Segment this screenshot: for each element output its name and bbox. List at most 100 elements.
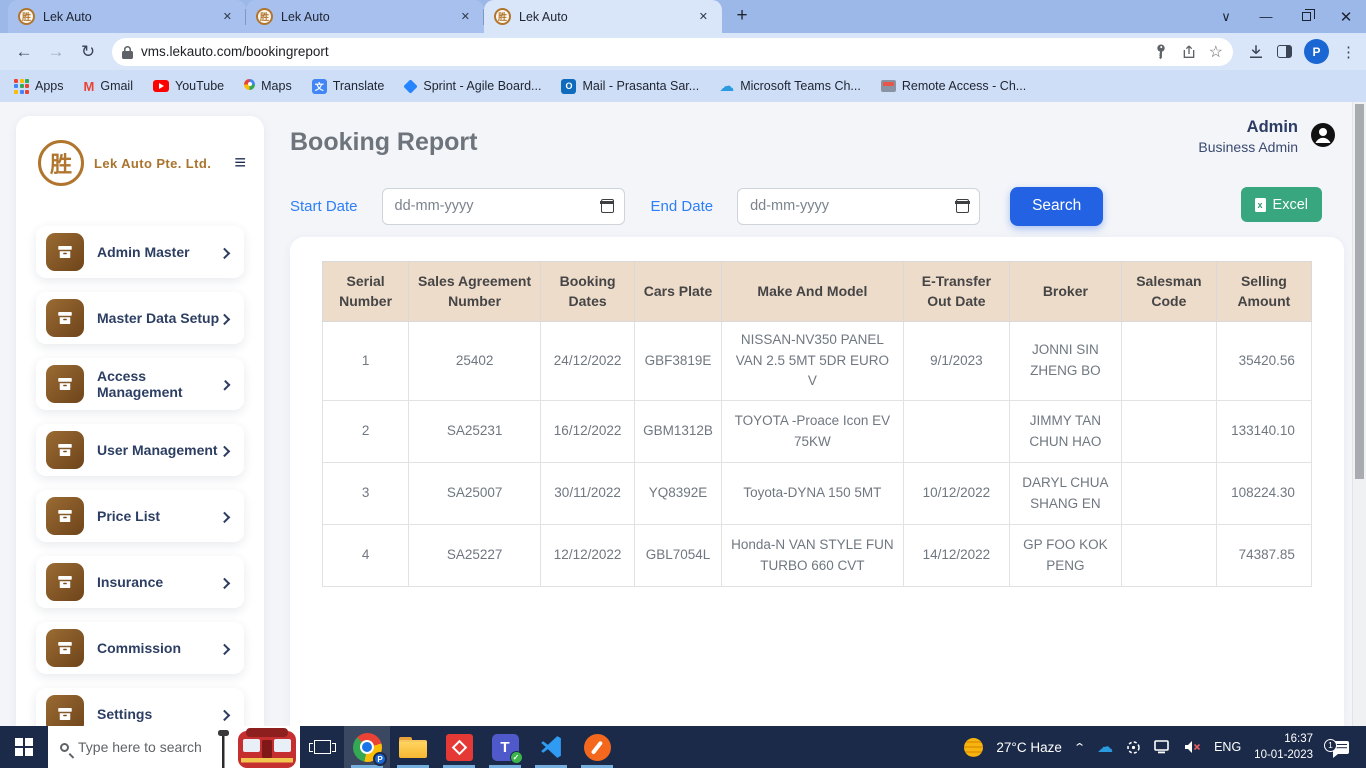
table-cell: 133140.10 [1216, 401, 1311, 463]
restore-button[interactable] [1286, 0, 1326, 33]
taskbar-apps: P T✓ [344, 726, 620, 768]
bookmark-item[interactable]: MGmail [84, 79, 134, 94]
browser-tab[interactable]: 胜 Lek Auto ✕ [246, 0, 484, 33]
browser-toolbar: ← → ↻ vms.lekauto.com/bookingreport ☆ P … [0, 33, 1366, 70]
sidebar-item-admin-master[interactable]: Admin Master [36, 226, 244, 278]
network-icon[interactable] [1154, 740, 1171, 754]
weather-haze-icon[interactable] [964, 738, 983, 757]
language-indicator[interactable]: ENG [1214, 740, 1241, 754]
bookmark-item[interactable]: OMail - Prasanta Sar... [561, 79, 699, 94]
side-panel-icon[interactable] [1277, 45, 1292, 58]
jira-sprint-icon [404, 79, 418, 93]
taskbar-search-input[interactable] [78, 739, 218, 755]
sidebar-item-user-management[interactable]: User Management [36, 424, 244, 476]
maps-pin-icon [244, 79, 255, 94]
taskbar-search[interactable] [48, 726, 300, 768]
bookmark-item[interactable]: Remote Access - Ch... [881, 79, 1026, 93]
tab-close-icon[interactable]: ✕ [219, 8, 236, 25]
user-block: Admin Business Admin [1198, 118, 1298, 155]
teams-icon: T✓ [492, 734, 519, 761]
sidebar-item-commission[interactable]: Commission [36, 622, 244, 674]
browser-tab[interactable]: 胜 Lek Auto ✕ [8, 0, 246, 33]
taskbar-clock[interactable]: 16:37 10-01-2023 [1254, 731, 1313, 763]
bookmark-item[interactable]: 文Translate [312, 79, 385, 94]
sidebar-item-access-management[interactable]: Access Management [36, 358, 244, 410]
browser-tab[interactable]: 胜 Lek Auto ✕ [484, 0, 722, 33]
account-icon[interactable] [1310, 122, 1336, 148]
sidebar-item-label: User Management [97, 442, 218, 458]
start-button[interactable] [0, 726, 48, 768]
download-icon[interactable] [1247, 43, 1265, 61]
apps-grid-icon [14, 79, 29, 94]
share-icon[interactable] [1181, 44, 1197, 60]
time: 16:37 [1284, 733, 1313, 745]
chevron-right-icon [219, 512, 230, 523]
end-date-input[interactable] [737, 188, 980, 225]
table-cell: 14/12/2022 [903, 525, 1009, 587]
excel-export-button[interactable]: x Excel [1241, 187, 1322, 222]
reload-button[interactable]: ↻ [74, 38, 102, 66]
taskbar-app-file-explorer[interactable] [390, 726, 436, 768]
bookmark-item[interactable]: Maps [244, 79, 292, 94]
bookmark-item[interactable]: Apps [14, 79, 64, 94]
minimize-button[interactable]: — [1246, 0, 1286, 33]
tray-expand-icon[interactable]: ⌃ [1073, 741, 1086, 754]
page-scrollbar[interactable] [1352, 102, 1366, 726]
close-button[interactable]: ✕ [1326, 0, 1366, 33]
sidebar-menu: Admin Master Master Data Setup Access Ma… [16, 226, 264, 740]
forward-button[interactable]: → [42, 38, 70, 66]
tab-close-icon[interactable]: ✕ [457, 8, 474, 25]
hamburger-menu-icon[interactable]: ≡ [234, 153, 246, 173]
translate-icon: 文 [312, 79, 327, 94]
sidebar-item-label: Admin Master [97, 244, 190, 260]
lek-auto-favicon: 胜 [256, 8, 273, 25]
tab-search-chevron-icon[interactable]: ∨ [1206, 0, 1246, 33]
table-cell [1121, 401, 1216, 463]
taskbar-app-teams[interactable]: T✓ [482, 726, 528, 768]
report-table-card: Serial NumberSales Agreement NumberBooki… [290, 237, 1344, 726]
start-date-input[interactable] [382, 188, 625, 225]
bookmark-item[interactable]: YouTube [153, 79, 224, 93]
windows-logo-icon [15, 738, 33, 756]
table-cell: SA25007 [409, 463, 541, 525]
booking-report-table: Serial NumberSales Agreement NumberBooki… [322, 261, 1312, 587]
anydesk-icon [446, 734, 473, 761]
column-header: Salesman Code [1121, 262, 1216, 322]
sidebar-item-label: Settings [97, 706, 152, 722]
table-cell: 12/12/2022 [541, 525, 635, 587]
volume-muted-icon[interactable] [1184, 740, 1201, 754]
action-center-button[interactable]: 1 [1326, 741, 1356, 754]
snip-tool-icon[interactable] [1126, 740, 1141, 755]
taskbar-app-orange-pen[interactable] [574, 726, 620, 768]
onedrive-icon[interactable]: ☁ [1097, 737, 1113, 757]
table-cell: JONNI SIN ZHENG BO [1009, 321, 1121, 401]
new-tab-button[interactable]: + [728, 2, 756, 30]
sidebar-item-price-list[interactable]: Price List [36, 490, 244, 542]
calendar-icon[interactable] [601, 199, 614, 213]
table-cell: SA25231 [409, 401, 541, 463]
table-cell: 9/1/2023 [903, 321, 1009, 401]
taskbar-app-anydesk[interactable] [436, 726, 482, 768]
bookmark-item[interactable]: Sprint - Agile Board... [404, 79, 541, 93]
scrollbar-thumb[interactable] [1355, 104, 1364, 479]
bookmark-item[interactable]: ☁Microsoft Teams Ch... [719, 77, 861, 95]
back-button[interactable]: ← [10, 38, 38, 66]
tab-title: Lek Auto [519, 10, 687, 24]
bookmark-label: YouTube [175, 79, 224, 93]
taskbar-app-vscode[interactable] [528, 726, 574, 768]
column-header: Serial Number [323, 262, 409, 322]
address-bar[interactable]: vms.lekauto.com/bookingreport ☆ [112, 38, 1233, 66]
sidebar-item-label: Price List [97, 508, 160, 524]
taskbar-app-chrome[interactable]: P [344, 726, 390, 768]
sidebar-item-insurance[interactable]: Insurance [36, 556, 244, 608]
profile-avatar[interactable]: P [1304, 39, 1329, 64]
search-button[interactable]: Search [1010, 187, 1103, 226]
calendar-icon[interactable] [956, 199, 969, 213]
table-cell: NISSAN-NV350 PANEL VAN 2.5 5MT 5DR EURO … [721, 321, 903, 401]
task-view-button[interactable] [300, 726, 344, 768]
browser-menu-icon[interactable]: ⋮ [1341, 43, 1356, 61]
tab-close-icon[interactable]: ✕ [695, 8, 712, 25]
sidebar-item-master-data-setup[interactable]: Master Data Setup [36, 292, 244, 344]
bookmark-star-icon[interactable]: ☆ [1209, 42, 1223, 62]
password-key-icon[interactable] [1153, 44, 1169, 60]
